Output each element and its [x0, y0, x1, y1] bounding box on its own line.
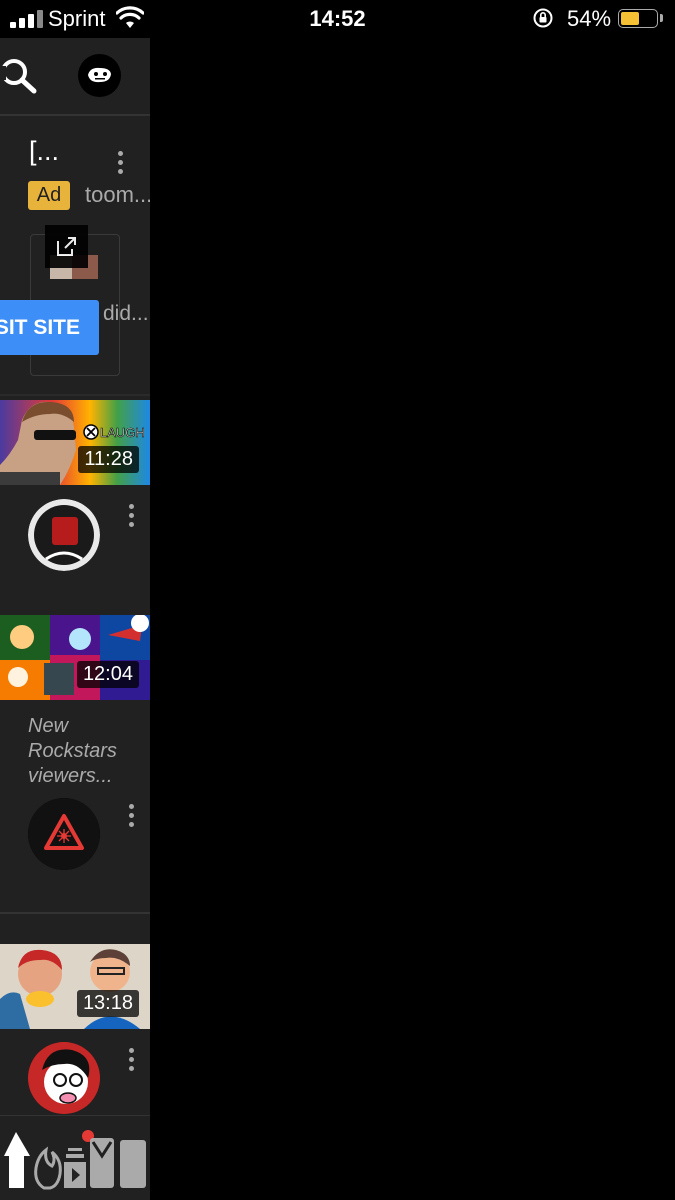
bottom-nav [0, 1115, 150, 1200]
ad-badge: Ad [28, 181, 70, 210]
thumb-text: LAUGH [100, 425, 145, 440]
battery-icon [618, 9, 658, 28]
external-link-icon[interactable] [45, 225, 88, 268]
ad-title[interactable]: [... [29, 136, 59, 167]
video-more-icon[interactable] [127, 804, 135, 830]
ad-domain: toom... [85, 182, 150, 207]
video-title[interactable]: New Rockstars viewers... [28, 714, 117, 789]
video-thumbnail[interactable]: 13:18 [0, 944, 150, 1029]
inbox-icon[interactable] [90, 1138, 114, 1188]
top-bar [0, 38, 150, 114]
ad-description: did... [103, 302, 149, 325]
rotation-lock-icon [533, 8, 553, 28]
video-thumbnail[interactable]: 12:04 [0, 615, 150, 700]
video-duration: 12:04 [76, 661, 139, 688]
video-more-icon[interactable] [127, 1048, 135, 1074]
video-title-line: Rockstars [28, 740, 117, 762]
channel-avatar[interactable] [28, 1042, 100, 1114]
channel-avatar[interactable] [28, 499, 100, 571]
video-duration: 11:28 [78, 446, 139, 473]
status-bar: Sprint 14:52 54% [0, 0, 675, 38]
channel-avatar[interactable] [28, 798, 100, 870]
battery-percent: 54% [567, 6, 612, 31]
account-avatar[interactable] [78, 54, 121, 97]
video-title-line: viewers... [28, 765, 113, 787]
youtube-app-panel: [... Ad toom... did... SIT SITE LAUGH 11… [0, 38, 150, 1200]
video-title-line: New [28, 715, 69, 737]
library-icon[interactable] [120, 1140, 146, 1188]
visit-site-button[interactable]: SIT SITE [0, 300, 99, 355]
video-thumbnail[interactable]: LAUGH 11:28 [0, 400, 150, 485]
ad-more-icon[interactable] [116, 151, 124, 177]
trending-icon[interactable] [34, 1146, 62, 1190]
video-more-icon[interactable] [127, 504, 135, 530]
home-icon[interactable] [4, 1132, 30, 1188]
subscriptions-icon[interactable] [64, 1130, 94, 1188]
video-duration: 13:18 [76, 990, 139, 1017]
search-icon[interactable] [0, 56, 40, 96]
